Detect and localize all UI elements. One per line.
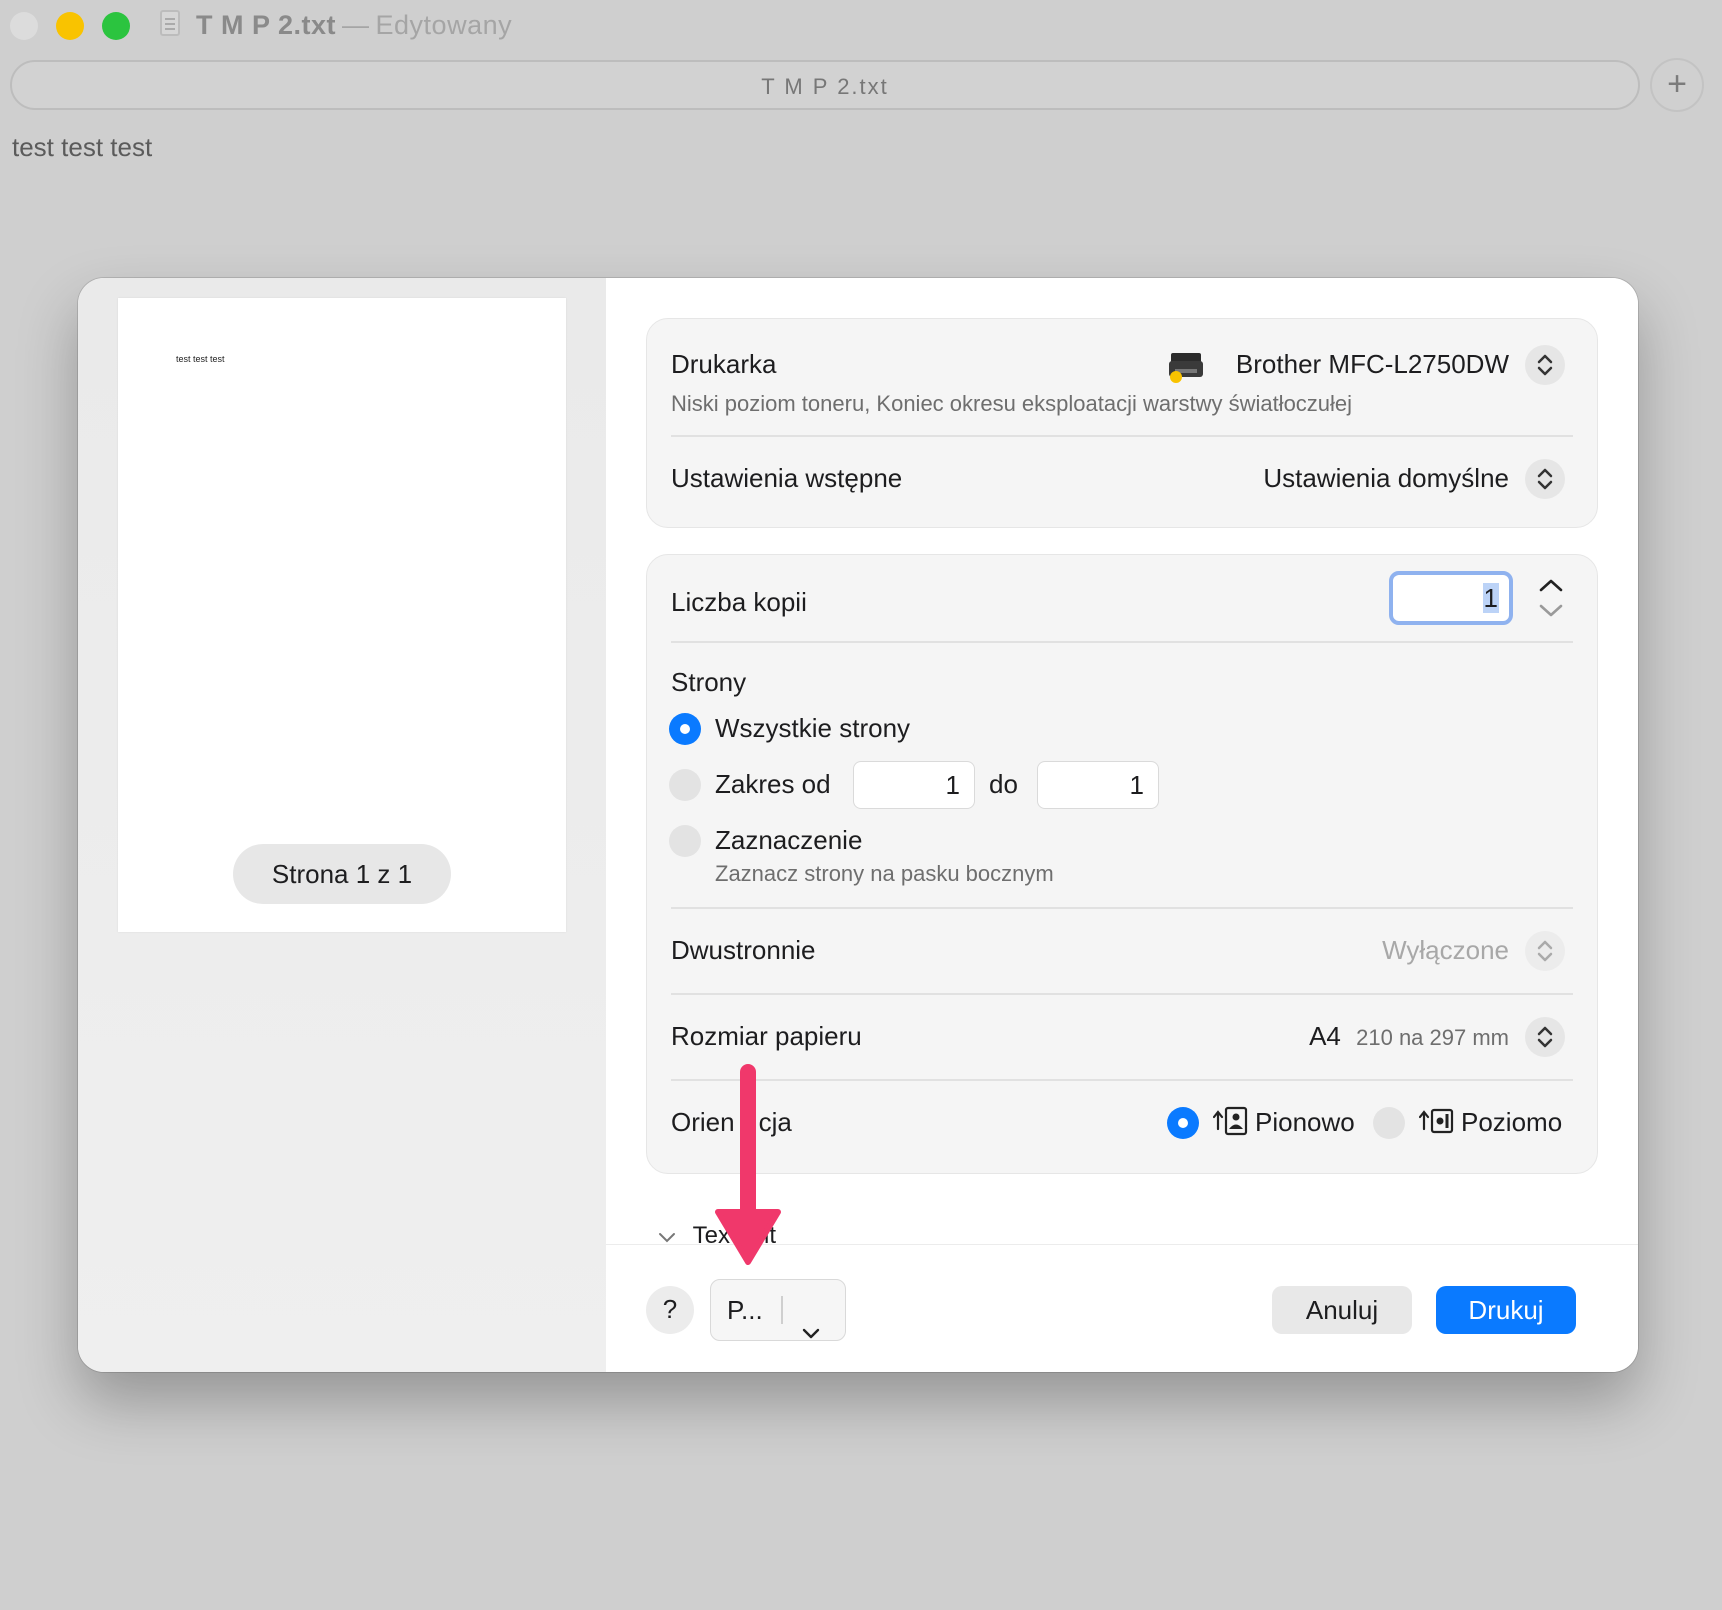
minimize-window-button[interactable] <box>56 12 84 40</box>
split-divider <box>781 1296 783 1324</box>
range-to-input[interactable]: 1 <box>1037 761 1159 809</box>
zoom-window-button[interactable] <box>102 12 130 40</box>
orientation-label-left: Orien <box>671 1107 735 1137</box>
duplex-select[interactable]: Wyłączone <box>1382 935 1509 966</box>
duplex-updown-icon[interactable] <box>1525 931 1565 971</box>
document-icon <box>160 10 180 36</box>
help-button[interactable]: ? <box>646 1286 694 1334</box>
divider <box>671 907 1573 909</box>
page-preview-text: test test test <box>176 354 225 364</box>
print-button[interactable]: Drukuj <box>1436 1286 1576 1334</box>
pages-label: Strony <box>671 667 747 697</box>
divider <box>671 1079 1573 1081</box>
duplex-label: Dwustronnie <box>671 935 816 965</box>
copies-stepper[interactable] <box>1531 573 1571 623</box>
copies-label: Liczba kopii <box>671 587 807 617</box>
divider <box>671 435 1573 437</box>
range-to-label: do <box>989 769 1018 799</box>
landscape-label: Poziomo <box>1461 1107 1563 1137</box>
textedit-section-toggle[interactable]: Tex it <box>658 1222 776 1251</box>
printer-group: Drukarka Brother MFC-L2750DW Niski pozio… <box>646 318 1598 528</box>
printer-updown-icon[interactable] <box>1525 345 1565 385</box>
page-range-label: Zakres od <box>715 769 831 799</box>
orientation-label: Orien cja <box>671 1107 792 1138</box>
chevron-down-icon <box>658 1223 678 1251</box>
printer-status: Niski poziom toneru, Koniec okresu ekspl… <box>671 391 1353 416</box>
selection-radio[interactable] <box>669 825 701 857</box>
printer-icon <box>1169 349 1203 383</box>
chevron-down-icon <box>801 1302 821 1362</box>
paper-size-updown-icon[interactable] <box>1525 1017 1565 1057</box>
print-dialog: test test test Strona 1 z 1 Drukarka Bro… <box>78 278 1638 1372</box>
printer-select[interactable]: Brother MFC-L2750DW <box>1236 349 1509 380</box>
tab-TMP2[interactable]: T M P 2.txt <box>10 60 1640 110</box>
printer-label: Drukarka <box>671 349 777 379</box>
landscape-radio[interactable] <box>1373 1107 1405 1139</box>
print-options-group: Liczba kopii 1 Strony Wszystkie strony Z… <box>646 554 1598 1174</box>
selection-hint: Zaznacz strony na pasku bocznym <box>715 861 1054 886</box>
cancel-button[interactable]: Anuluj <box>1272 1286 1412 1334</box>
paper-size-value: A4 <box>1309 1021 1341 1051</box>
range-from-input[interactable]: 1 <box>853 761 975 809</box>
preview-pane: test test test Strona 1 z 1 <box>78 278 606 1372</box>
window-title-separator: — <box>342 10 370 40</box>
window-title-status: Edytowany <box>375 10 513 40</box>
presets-updown-icon[interactable] <box>1525 459 1565 499</box>
all-pages-radio[interactable] <box>669 713 701 745</box>
document-text[interactable]: test test test <box>12 132 152 163</box>
window-titlebar: T M P 2.txt — Edytowany <box>0 0 1722 56</box>
selection-label: Zaznaczenie <box>715 825 863 855</box>
window-title-filename: T M P 2.txt <box>196 10 337 40</box>
close-window-button[interactable] <box>10 12 38 40</box>
copies-input[interactable]: 1 <box>1389 571 1513 625</box>
add-tab-button[interactable]: + <box>1650 58 1704 112</box>
orientation-label-right: cja <box>758 1107 792 1137</box>
portrait-orientation-icon <box>1212 1103 1249 1142</box>
presets-select[interactable]: Ustawienia domyślne <box>1263 463 1509 494</box>
all-pages-label: Wszystkie strony <box>715 713 911 743</box>
divider <box>671 993 1573 995</box>
portrait-radio[interactable] <box>1167 1107 1199 1139</box>
pdf-menu-button[interactable]: P... <box>710 1279 846 1341</box>
copies-value: 1 <box>1482 583 1499 613</box>
paper-size-detail: 210 na 297 mm <box>1356 1025 1509 1050</box>
paper-size-select[interactable]: A4 210 na 297 mm <box>1309 1021 1509 1052</box>
presets-label: Ustawienia wstępne <box>671 463 903 493</box>
settings-pane: Drukarka Brother MFC-L2750DW Niski pozio… <box>606 278 1638 1372</box>
paper-size-label: Rozmiar papieru <box>671 1021 862 1051</box>
tab-label: T M P 2.txt <box>761 74 889 99</box>
page-preview[interactable]: test test test Strona 1 z 1 <box>118 298 566 932</box>
page-indicator: Strona 1 z 1 <box>233 844 451 904</box>
window-title: T M P 2.txt — Edytowany <box>196 10 512 41</box>
divider <box>671 641 1573 643</box>
footer-divider <box>606 1244 1638 1245</box>
portrait-label: Pionowo <box>1255 1107 1355 1137</box>
page-range-radio[interactable] <box>669 769 701 801</box>
pdf-button-label: P... <box>727 1295 763 1325</box>
landscape-orientation-icon <box>1418 1103 1455 1142</box>
